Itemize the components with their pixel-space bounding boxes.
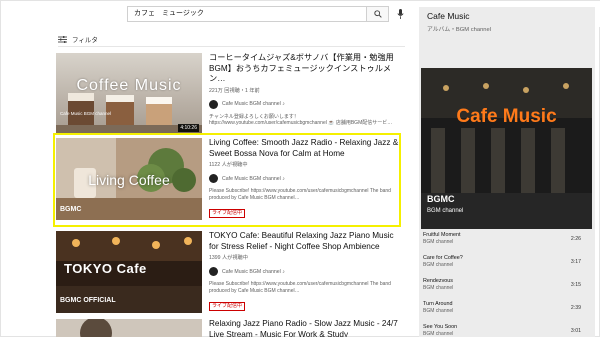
- video-description: Please Subscribe! https://www.youtube.co…: [209, 281, 391, 294]
- channel-avatar: [209, 267, 218, 276]
- track-artist: BGM channel: [423, 285, 454, 291]
- search-icon: [373, 10, 382, 18]
- album-subtitle: アルバム・BGM channel: [427, 27, 492, 33]
- video-result[interactable]: Relaxing Jazz Piano Radio - Slow Jazz Mu…: [56, 319, 404, 337]
- album-artwork-brand: BGMC: [427, 194, 455, 204]
- album-artwork-brand-sub: BGM channel: [427, 208, 464, 214]
- track-duration: 2:39: [570, 305, 581, 311]
- filter-label: フィルタ: [72, 37, 98, 44]
- track-item[interactable]: Turn Around BGM channel 2:39: [419, 298, 595, 321]
- track-title: Rendezvous: [423, 278, 453, 284]
- video-description: チャンネル登録よろしくお願いします！ https://www.youtube.c…: [209, 113, 393, 127]
- thumbnail-brand: BGMC OFFICIAL: [60, 297, 116, 304]
- track-item[interactable]: See You Soon BGM channel 3:01: [419, 321, 595, 337]
- video-meta: 221万 回視聴・1 年前: [209, 87, 260, 94]
- track-title: See You Soon: [423, 324, 458, 330]
- track-item[interactable]: Rendezvous BGM channel 3:15: [419, 275, 595, 298]
- track-duration: 3:01: [570, 328, 581, 334]
- video-title[interactable]: コーヒータイムジャズ&ボサノバ【作業用・勉強用BGM】おうちカフェミュージックイ…: [209, 53, 401, 85]
- track-item[interactable]: Fruitful Moment BGM channel 2:26: [419, 229, 595, 252]
- channel-link[interactable]: Cafe Music BGM channel ♪: [209, 99, 401, 109]
- track-item[interactable]: Care for Coffee? BGM channel 3:17: [419, 252, 595, 275]
- track-title: Fruitful Moment: [423, 232, 461, 238]
- selection-highlight: [53, 133, 401, 227]
- video-title[interactable]: Relaxing Jazz Piano Radio - Slow Jazz Mu…: [209, 319, 401, 337]
- thumbnail-caption: Coffee Music: [76, 77, 182, 94]
- album-artwork-caption: Cafe Music: [456, 106, 557, 127]
- track-artist: BGM channel: [423, 331, 454, 337]
- microphone-button[interactable]: [395, 8, 405, 20]
- search-button[interactable]: [366, 6, 389, 22]
- filter-icon: [58, 35, 67, 43]
- video-thumbnail[interactable]: TOKYO Cafe BGMC OFFICIAL: [56, 231, 202, 313]
- video-thumbnail[interactable]: Coffee Music Cafe Music BGM channel 4:10…: [56, 53, 202, 135]
- track-duration: 2:26: [570, 236, 581, 242]
- video-thumbnail[interactable]: [56, 319, 202, 337]
- track-artist: BGM channel: [423, 239, 454, 245]
- thumbnail-caption: TOKYO Cafe: [64, 261, 147, 276]
- album-artwork[interactable]: Cafe Music BGMC BGM channel: [421, 68, 592, 229]
- album-title[interactable]: Cafe Music: [427, 11, 470, 21]
- microphone-icon: [396, 9, 404, 19]
- channel-name: Cafe Music BGM channel ♪: [222, 101, 285, 107]
- track-title: Care for Coffee?: [423, 255, 463, 261]
- thumbnail-brand: Cafe Music BGM channel: [60, 111, 112, 116]
- track-duration: 3:17: [570, 259, 581, 265]
- video-meta: 1399 人が視聴中: [209, 255, 248, 261]
- filter-button[interactable]: フィルタ: [58, 34, 98, 44]
- video-result[interactable]: TOKYO Cafe BGMC OFFICIAL TOKYO Cafe: Bea…: [56, 231, 404, 313]
- track-artist: BGM channel: [423, 308, 454, 314]
- channel-avatar: [209, 99, 218, 109]
- track-title: Turn Around: [423, 301, 453, 307]
- video-duration: 4:10:26: [178, 124, 199, 132]
- search-input[interactable]: カフェ ミュージック: [127, 6, 366, 22]
- track-list: Fruitful Moment BGM channel 2:26 Care for …: [419, 229, 595, 337]
- video-result[interactable]: Coffee Music Cafe Music BGM channel 4:10…: [56, 53, 404, 135]
- track-artist: BGM channel: [423, 262, 454, 268]
- album-panel: Cafe Music アルバム・BGM channel Cafe Music B…: [419, 7, 595, 337]
- channel-link[interactable]: Cafe Music BGM channel ♪: [209, 267, 401, 276]
- live-badge: ライブ配信中: [209, 302, 246, 311]
- video-title[interactable]: TOKYO Cafe: Beautiful Relaxing Jazz Pian…: [209, 231, 401, 252]
- track-duration: 3:15: [570, 282, 581, 288]
- divider: [58, 46, 405, 47]
- channel-name: Cafe Music BGM channel ♪: [222, 268, 285, 275]
